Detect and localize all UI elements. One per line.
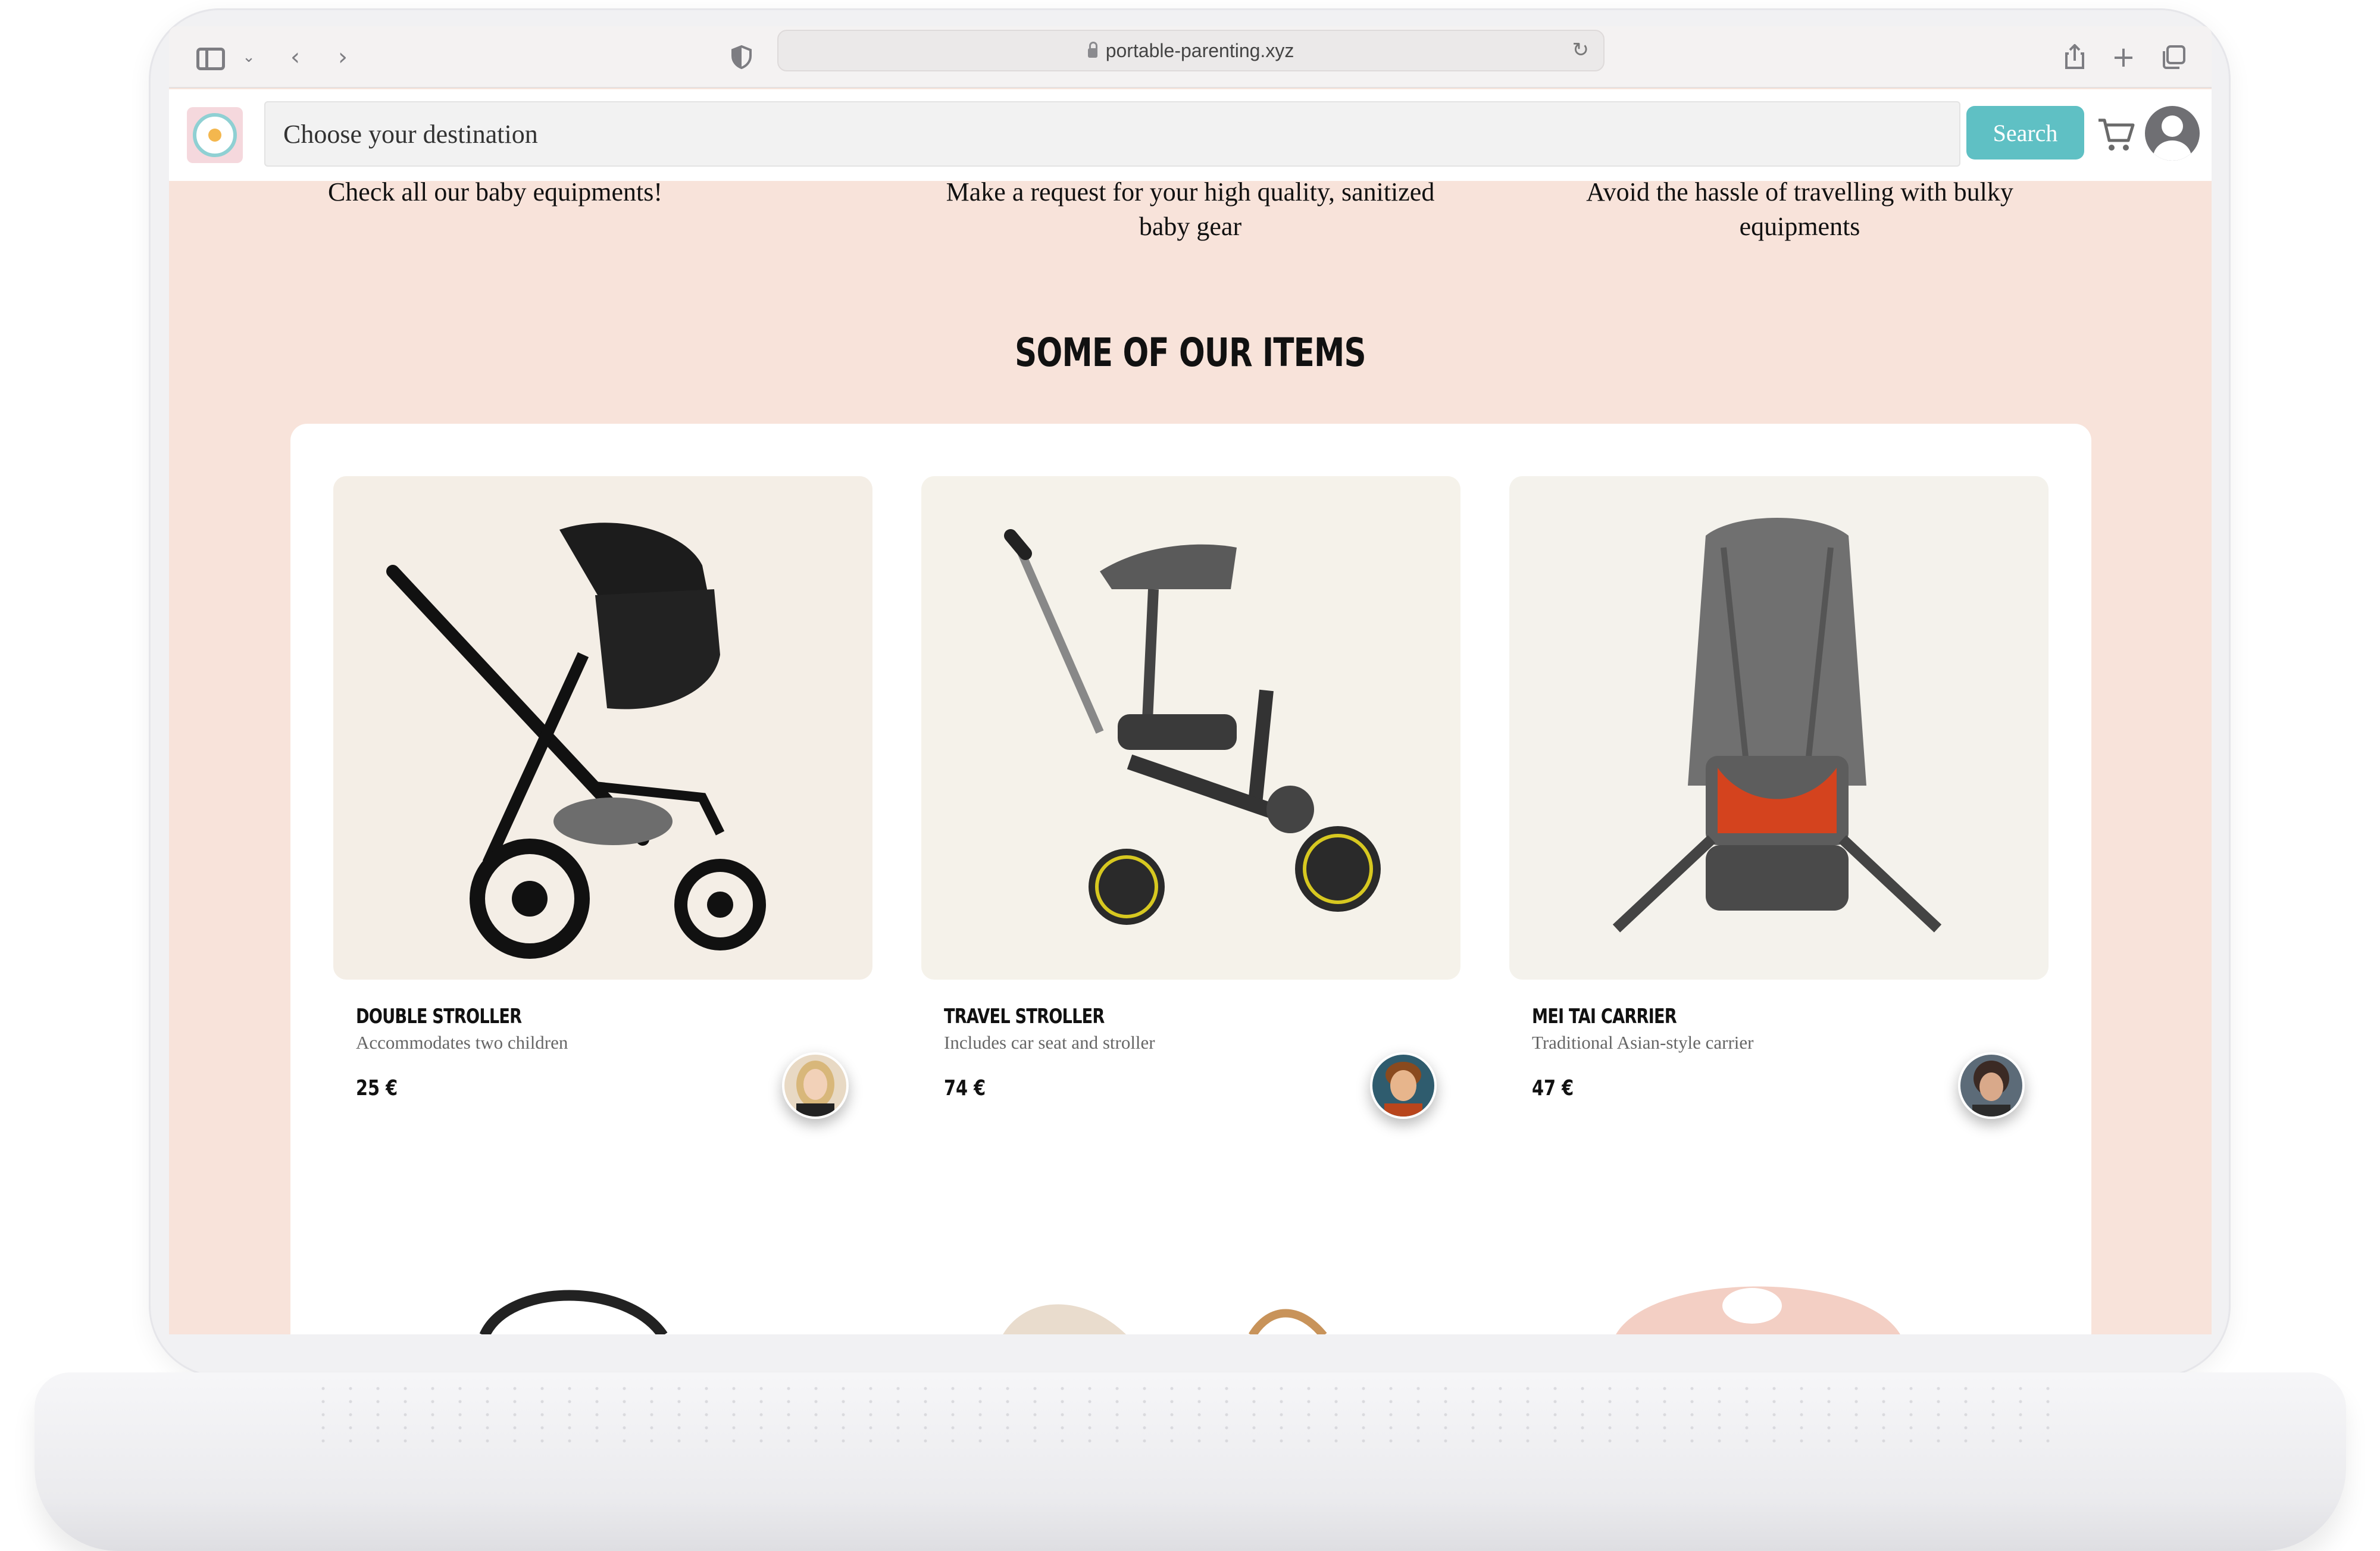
search-button[interactable]: Search bbox=[1966, 106, 2084, 160]
chevron-down-icon[interactable]: ⌄ bbox=[236, 44, 262, 70]
feature-text: Avoid the hassle of travelling with bulk… bbox=[1586, 177, 2013, 241]
logo-dot bbox=[208, 129, 221, 142]
share-icon[interactable] bbox=[2062, 44, 2088, 70]
item-card[interactable]: DOUBLE STROLLER Accommodates two childre… bbox=[333, 476, 872, 1190]
item-image[interactable] bbox=[1509, 476, 2049, 980]
lock-icon bbox=[1087, 42, 1097, 58]
logo-emblem bbox=[193, 113, 237, 157]
section-title: SOME OF OUR ITEMS bbox=[1015, 330, 1366, 376]
feature-text: Make a request for your high quality, sa… bbox=[946, 177, 1435, 241]
reload-icon[interactable]: ↻ bbox=[1572, 38, 1590, 62]
item-price: 74 € bbox=[944, 1076, 986, 1100]
laptop-keyboard bbox=[309, 1382, 2071, 1447]
owner-avatar[interactable] bbox=[1370, 1052, 1437, 1119]
new-tab-icon[interactable]: + bbox=[2110, 40, 2137, 74]
owner-avatar[interactable] bbox=[782, 1052, 849, 1119]
item-title[interactable]: MEI TAI CARRIER bbox=[1532, 1005, 1677, 1028]
shopping-cart-icon[interactable] bbox=[2097, 117, 2135, 152]
site-header: Search bbox=[169, 89, 2212, 181]
item-price: 25 € bbox=[356, 1076, 398, 1100]
owner-portrait bbox=[1972, 1061, 2010, 1117]
browser-toolbar: ⌄ ‹ › portable-parenting.xyz ↻ + bbox=[169, 26, 2212, 88]
item-card[interactable]: TRAVEL STROLLER Includes car seat and st… bbox=[921, 476, 1460, 1190]
item-image[interactable] bbox=[921, 476, 1460, 980]
destination-search-input[interactable] bbox=[264, 101, 1960, 167]
feature-text: Check all our baby equipments! bbox=[327, 177, 663, 207]
item-price: 47 € bbox=[1532, 1076, 1574, 1100]
owner-avatar[interactable] bbox=[1958, 1052, 2025, 1119]
item-image-partial bbox=[479, 1290, 668, 1334]
browser-window: ⌄ ‹ › portable-parenting.xyz ↻ + Search bbox=[169, 26, 2212, 1334]
sidebar-toggle-icon[interactable] bbox=[196, 48, 225, 70]
owner-portrait bbox=[796, 1061, 834, 1117]
forward-arrow-icon[interactable]: › bbox=[330, 43, 356, 71]
stroller-image bbox=[386, 523, 766, 959]
item-image-partial bbox=[1616, 1286, 1900, 1334]
tab-overview-icon[interactable] bbox=[2160, 44, 2187, 70]
address-bar-url: portable-parenting.xyz bbox=[1105, 39, 1294, 61]
user-account-icon[interactable] bbox=[2145, 106, 2200, 161]
item-title[interactable]: TRAVEL STROLLER bbox=[944, 1005, 1105, 1028]
tricycle-image bbox=[1004, 529, 1381, 925]
item-card[interactable]: MEI TAI CARRIER Traditional Asian-style … bbox=[1509, 476, 2049, 1190]
item-description: Includes car seat and stroller bbox=[944, 1032, 1155, 1053]
privacy-shield-icon[interactable] bbox=[728, 44, 755, 70]
carrier-image bbox=[1612, 518, 1942, 933]
site-logo[interactable] bbox=[187, 107, 243, 163]
item-description: Accommodates two children bbox=[356, 1032, 568, 1053]
item-description: Traditional Asian-style carrier bbox=[1532, 1032, 1754, 1053]
address-bar[interactable]: portable-parenting.xyz ↻ bbox=[777, 30, 1605, 71]
owner-portrait bbox=[1384, 1062, 1422, 1117]
back-arrow-icon[interactable]: ‹ bbox=[282, 43, 308, 71]
item-image-partial bbox=[1003, 1304, 1327, 1334]
item-title[interactable]: DOUBLE STROLLER bbox=[356, 1005, 522, 1028]
item-image[interactable] bbox=[333, 476, 872, 980]
